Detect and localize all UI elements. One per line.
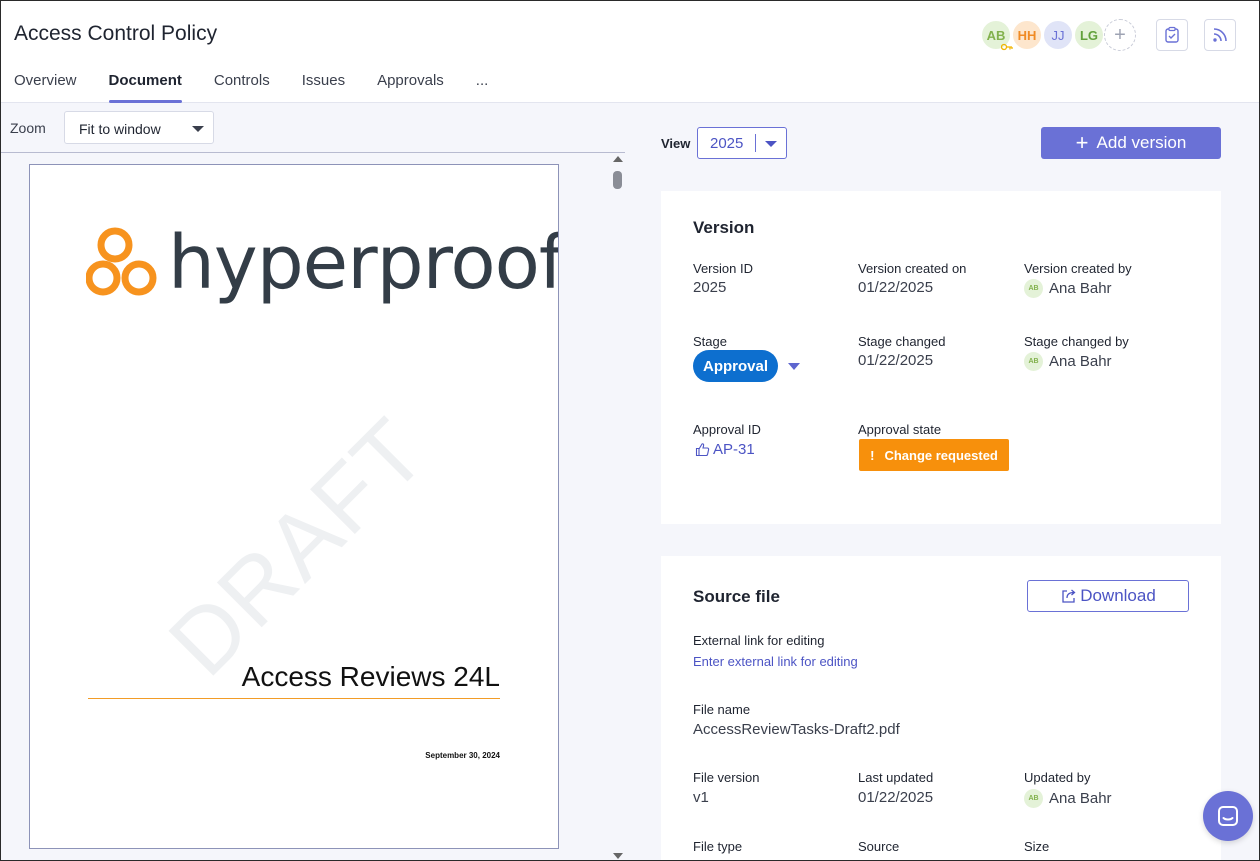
stage-dropdown-chevron-icon[interactable] (788, 363, 800, 370)
download-button[interactable]: Download (1027, 580, 1189, 612)
rss-feed-icon (1213, 28, 1227, 42)
file-name-value: AccessReviewTasks-Draft2.pdf (693, 721, 900, 738)
chevron-down-icon (192, 126, 204, 132)
page-header: Access Control Policy Overview Document … (0, 0, 1260, 103)
version-id-value: 2025 (693, 279, 727, 296)
avatar[interactable]: JJ (1042, 19, 1074, 51)
user-name: Ana Bahr (1049, 353, 1112, 370)
scroll-up-arrow-icon[interactable] (613, 156, 623, 162)
last-updated-value: 01/22/2025 (858, 789, 934, 806)
tab-bar: Overview Document Controls Issues Approv… (14, 72, 520, 103)
version-select-value: 2025 (710, 135, 744, 152)
chat-support-button[interactable] (1203, 791, 1253, 841)
zoom-label: Zoom (10, 120, 46, 136)
external-link-label: External link for editing (693, 633, 825, 648)
approval-state-value: Change requested (884, 447, 998, 463)
download-label: Download (1080, 586, 1156, 605)
stage-changed-label: Stage changed (858, 334, 946, 349)
source-file-card-title: Source file (693, 587, 780, 606)
scroll-down-arrow-icon[interactable] (613, 853, 623, 859)
source-label: Source (858, 839, 900, 854)
vertical-scrollbar[interactable] (610, 153, 624, 861)
stage-changed-by-label: Stage changed by (1024, 334, 1129, 349)
key-icon (1001, 43, 1013, 51)
approval-id-value: AP-31 (713, 441, 755, 458)
scroll-thumb[interactable] (613, 171, 622, 189)
add-version-label: Add version (1096, 133, 1187, 152)
document-title: Access Reviews 24L (241, 661, 500, 692)
version-card-title: Version (693, 218, 755, 237)
approval-id-link[interactable]: AP-31 (695, 441, 755, 458)
thumbs-up-icon (695, 443, 710, 457)
title-divider (88, 698, 500, 699)
clipboard-check-icon (1165, 26, 1179, 43)
draft-watermark: DRAFT (149, 399, 446, 696)
source-file-card: Source file Download External link for e… (661, 556, 1221, 861)
document-viewer-pane: Zoom Fit to window hyperproof DRAFT Acce… (0, 103, 625, 861)
version-card: Version Version ID 2025 Version created … (661, 191, 1221, 524)
document-page: hyperproof DRAFT Access Reviews 24L Sept… (29, 164, 559, 849)
view-label: View (661, 136, 691, 151)
plus-icon: + (1075, 130, 1089, 155)
user-name: Ana Bahr (1049, 280, 1112, 297)
activity-feed-button[interactable] (1204, 19, 1236, 51)
page-title: Access Control Policy (14, 22, 218, 45)
file-type-label: File type (693, 839, 743, 854)
version-select[interactable]: 2025 (697, 127, 787, 159)
version-created-on-label: Version created on (858, 261, 967, 276)
member-avatars: AB HH JJ LG + (980, 19, 1136, 51)
logo-wordmark: hyperproof (168, 220, 559, 306)
stage-changed-value: 01/22/2025 (858, 352, 934, 369)
avatar[interactable]: AB (980, 19, 1013, 51)
avatar: AB (1024, 789, 1043, 808)
avatar[interactable]: LG (1073, 19, 1105, 51)
exclamation-icon: ! (870, 447, 875, 463)
stage-changed-by-value: AB Ana Bahr (1024, 352, 1112, 371)
hyperproof-logo-mark (86, 227, 157, 296)
avatar[interactable]: HH (1011, 19, 1043, 51)
download-share-icon (1062, 589, 1076, 603)
file-name-label: File name (693, 702, 751, 717)
plus-icon: + (1114, 23, 1126, 46)
size-label: Size (1024, 839, 1050, 854)
tab-more[interactable]: ... (476, 72, 489, 103)
tab-overview[interactable]: Overview (14, 72, 77, 103)
details-pane: View 2025 + Add version Version Version … (625, 103, 1260, 861)
zoom-value: Fit to window (79, 121, 161, 137)
zoom-select[interactable]: Fit to window (64, 111, 214, 144)
avatar-initials: AB (986, 27, 1006, 43)
approval-state-label: Approval state (858, 422, 942, 437)
updated-by-label: Updated by (1024, 770, 1091, 785)
tab-approvals[interactable]: Approvals (377, 72, 444, 103)
add-member-button[interactable]: + (1104, 19, 1136, 51)
avatar: AB (1024, 279, 1043, 298)
version-created-by-label: Version created by (1024, 261, 1132, 276)
updated-by-value: AB Ana Bahr (1024, 789, 1112, 808)
select-divider (755, 134, 756, 152)
tab-controls[interactable]: Controls (214, 72, 270, 103)
pdf-viewer[interactable]: hyperproof DRAFT Access Reviews 24L Sept… (0, 152, 625, 861)
version-id-label: Version ID (693, 261, 753, 276)
file-version-value: v1 (693, 789, 709, 806)
stage-label: Stage (693, 334, 727, 349)
chevron-down-icon (765, 141, 777, 147)
last-updated-label: Last updated (858, 770, 934, 785)
tab-issues[interactable]: Issues (302, 72, 345, 103)
document-date: September 30, 2024 (425, 751, 500, 760)
user-name: Ana Bahr (1049, 790, 1112, 807)
add-version-button[interactable]: + Add version (1041, 127, 1221, 159)
approval-id-label: Approval ID (693, 422, 761, 437)
stage-badge[interactable]: Approval (693, 350, 778, 382)
approval-state-badge: ! Change requested (859, 439, 1009, 471)
avatar: AB (1024, 352, 1043, 371)
tab-document[interactable]: Document (108, 72, 183, 103)
external-link-input[interactable]: Enter external link for editing (693, 654, 858, 669)
chat-icon (1218, 806, 1238, 826)
version-created-on-value: 01/22/2025 (858, 279, 934, 296)
version-created-by-value: AB Ana Bahr (1024, 279, 1112, 298)
file-version-label: File version (693, 770, 760, 785)
tasks-button[interactable] (1156, 19, 1188, 51)
